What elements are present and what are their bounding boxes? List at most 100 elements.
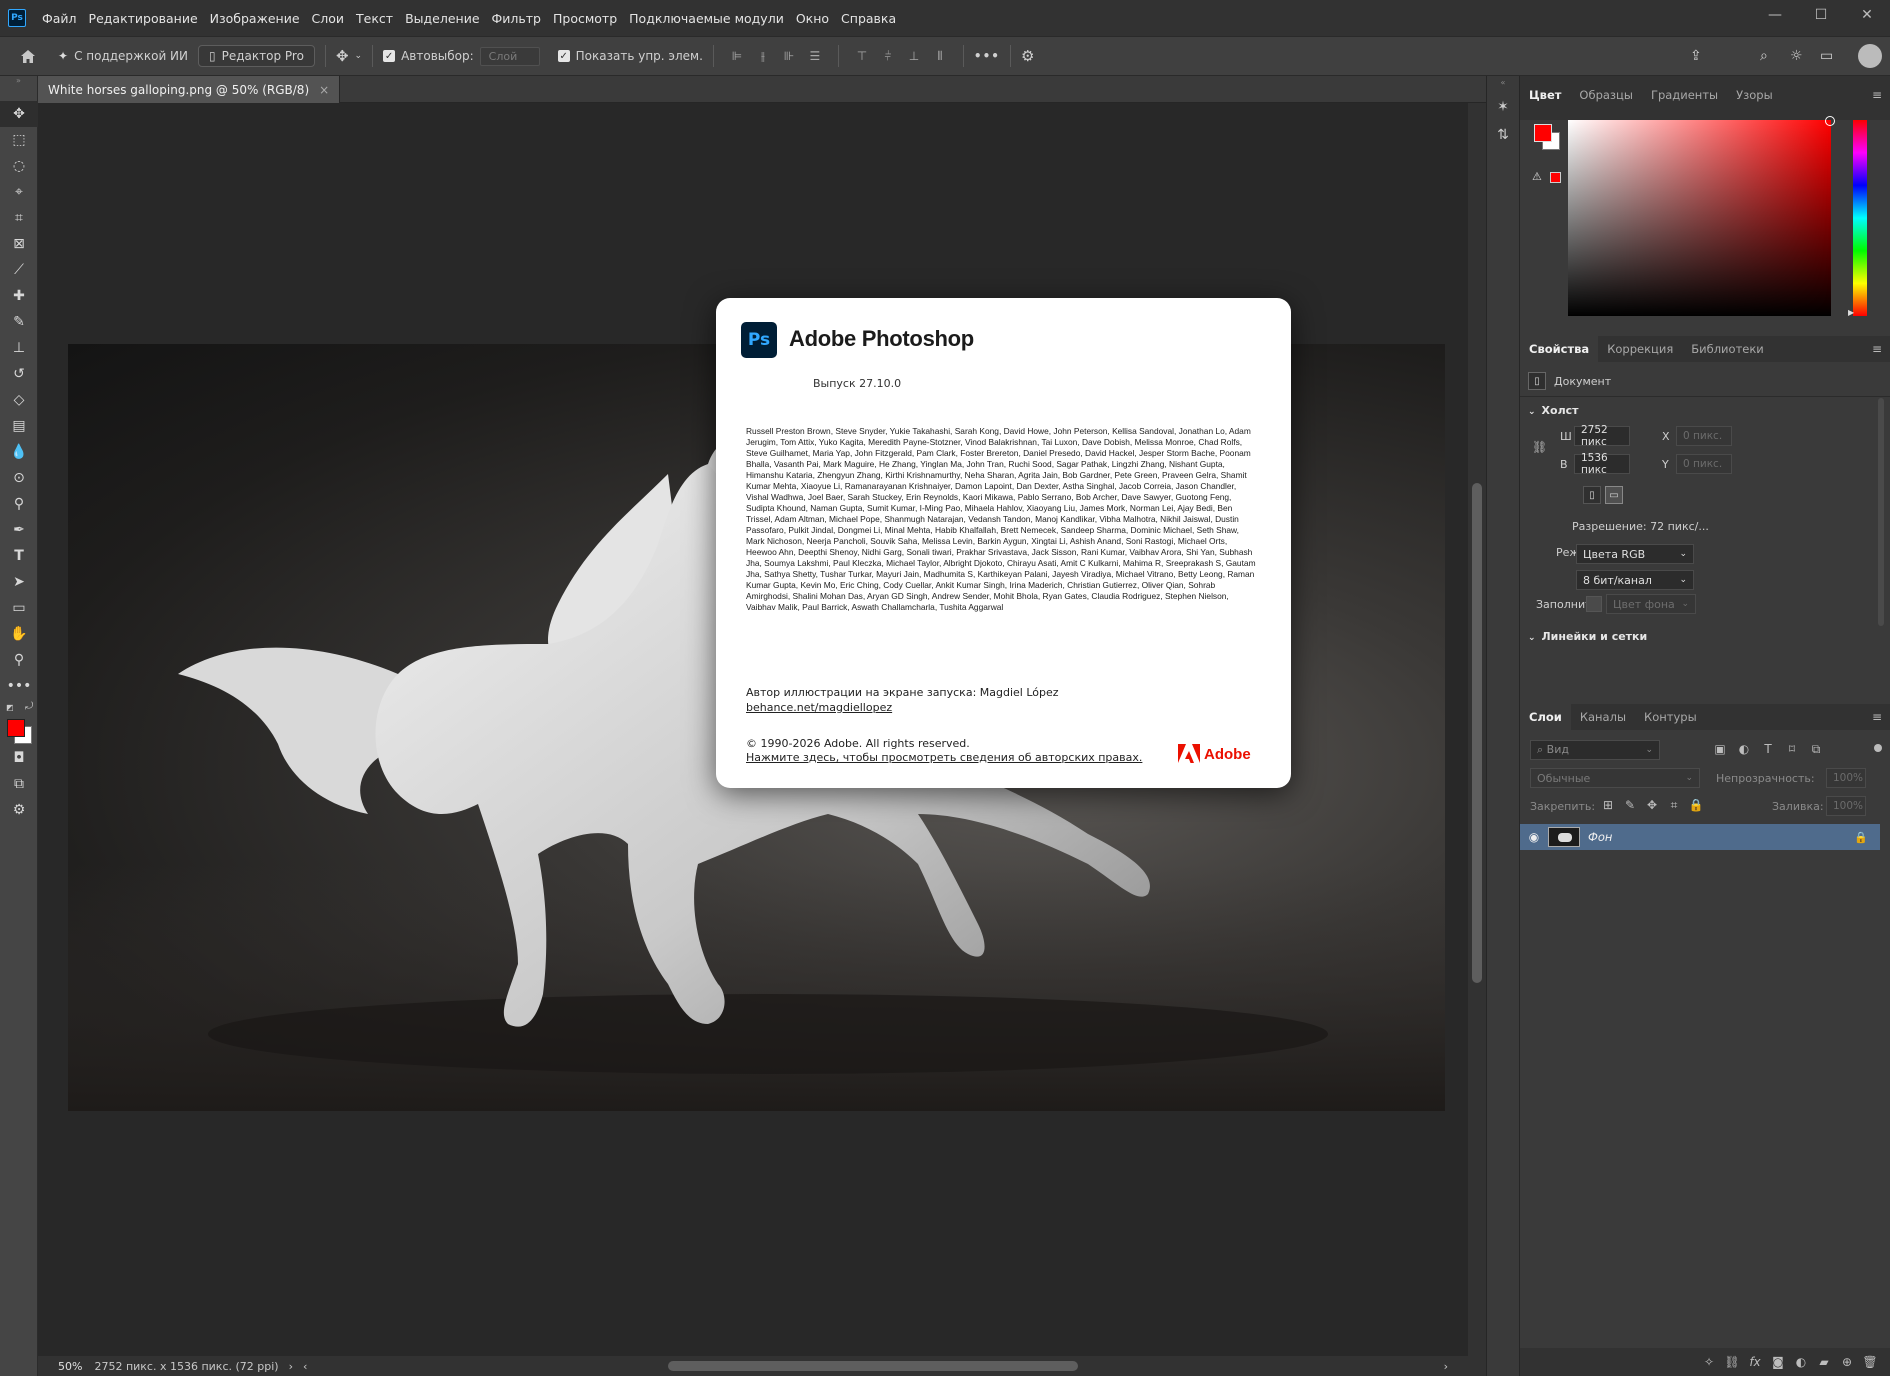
path-selection-tool-icon[interactable]: ➤ [0, 569, 38, 595]
shape-filter-icon[interactable]: ⌑ [1782, 742, 1802, 757]
opacity-field[interactable]: 100% [1826, 768, 1866, 788]
landscape-orientation-icon[interactable]: ▭ [1605, 486, 1623, 504]
menu-plugins[interactable]: Подключаемые модули [623, 11, 790, 26]
fill-dropdown[interactable]: Цвет фона ⌄ [1606, 594, 1696, 614]
layer-filter-search[interactable]: ⌕ Вид ⌄ [1530, 740, 1660, 760]
layer-row-background[interactable]: ◉ Фон 🔒 [1520, 824, 1880, 850]
dodge-tool-icon[interactable]: ⊙ [0, 465, 38, 491]
link-icon[interactable]: ⛓ [1532, 440, 1547, 454]
height-field[interactable]: 1536 пикс [1574, 452, 1630, 476]
foreground-color-chip[interactable] [1534, 124, 1552, 142]
panel-menu-icon[interactable]: ≡ [1872, 710, 1882, 724]
history-brush-tool-icon[interactable]: ↺ [0, 361, 38, 387]
filter-toggle[interactable] [1874, 744, 1882, 752]
lock-all-icon[interactable]: 🔒 [1686, 798, 1706, 813]
align-left-icon[interactable]: ⊫ [727, 47, 747, 65]
about-splash-dialog[interactable]: Ps Adobe Photoshop Выпуск 27.10.0 Russel… [716, 298, 1291, 788]
menu-filter[interactable]: Фильтр [486, 11, 547, 26]
menu-edit[interactable]: Редактирование [83, 11, 204, 26]
scroll-left-arrow[interactable]: ‹ [303, 1360, 307, 1373]
brush-sparkle-icon[interactable]: ✧ [1699, 1355, 1719, 1369]
y-field[interactable]: 0 пикс. [1676, 454, 1732, 474]
lock-artboard-icon[interactable]: ⌗ [1664, 798, 1684, 813]
align-middle-v-icon[interactable]: ⫩ [878, 47, 898, 65]
lock-position-icon[interactable]: ✥ [1642, 798, 1662, 813]
layer-style-icon[interactable]: fx [1745, 1355, 1765, 1369]
status-menu-arrow[interactable]: › [289, 1360, 293, 1373]
tab-libraries[interactable]: Библиотеки [1682, 336, 1773, 362]
ai-assist-toggle[interactable]: ✦ С поддержкой ИИ [58, 49, 188, 63]
panel-menu-icon[interactable]: ≡ [1872, 88, 1882, 102]
close-tab-icon[interactable]: × [319, 83, 329, 97]
fill-opacity-field[interactable]: 100% [1826, 796, 1866, 816]
link-layers-icon[interactable]: ⛓ [1722, 1355, 1742, 1369]
splash-rights-link[interactable]: Нажмите здесь, чтобы просмотреть сведени… [746, 751, 1142, 764]
eraser-tool-icon[interactable]: ◇ [0, 387, 38, 413]
object-selection-tool-icon[interactable]: ⌖ [0, 179, 38, 205]
vertical-scroll-thumb[interactable] [1472, 483, 1482, 983]
portrait-orientation-icon[interactable]: ▯ [1583, 486, 1601, 504]
gamut-color-chip[interactable] [1550, 172, 1561, 183]
brush-tool-icon[interactable]: ✎ [0, 309, 38, 335]
maximize-button[interactable]: ☐ [1798, 0, 1844, 30]
align-right-icon[interactable]: ⊪ [779, 47, 799, 65]
lasso-tool-icon[interactable]: ◌ [0, 153, 38, 179]
zoom-small-tool-icon[interactable]: ⚲ [0, 491, 38, 517]
document-tab[interactable]: White horses galloping.png @ 50% (RGB/8)… [38, 76, 341, 103]
lightbulb-icon[interactable]: ☼ [1790, 48, 1820, 64]
splash-author-link[interactable]: behance.net/magdiellopez [746, 701, 892, 714]
workspace-icon[interactable]: ▭ [1820, 48, 1850, 64]
tab-color[interactable]: Цвет [1520, 85, 1570, 105]
delete-layer-icon[interactable]: 🗑 [1860, 1355, 1880, 1369]
gear-icon[interactable]: ⚙ [1021, 47, 1034, 65]
show-transform-checkbox[interactable]: ✓ Показать упр. элем. [557, 49, 703, 63]
tab-properties[interactable]: Свойства [1520, 336, 1599, 362]
image-filter-icon[interactable]: ▣ [1710, 742, 1730, 757]
tab-gradients[interactable]: Градиенты [1642, 85, 1727, 105]
pro-editor-button[interactable]: ▯ Редактор Pro [198, 45, 315, 67]
move-tool-preset[interactable]: ✥ ⌄ [336, 47, 362, 65]
tab-patterns[interactable]: Узоры [1727, 85, 1782, 105]
gradient-tool-icon[interactable]: ▤ [0, 413, 38, 439]
clone-stamp-tool-icon[interactable]: ⊥ [0, 335, 38, 361]
menu-view[interactable]: Просмотр [547, 11, 623, 26]
zoom-level[interactable]: 50% [58, 1360, 82, 1373]
panel-menu-icon[interactable]: ≡ [1872, 342, 1882, 356]
blend-mode-dropdown[interactable]: Обычные ⌄ [1530, 768, 1700, 788]
vertical-scrollbar[interactable] [1468, 103, 1486, 1356]
blur-tool-icon[interactable]: 💧 [0, 439, 38, 465]
menu-layers[interactable]: Слои [306, 11, 351, 26]
move-tool-icon[interactable]: ✥ [0, 101, 38, 127]
autoselect-dropdown[interactable]: Слой [479, 46, 540, 66]
canvas-section-header[interactable]: ⌄ Холст [1528, 404, 1579, 417]
minimize-button[interactable]: — [1752, 0, 1798, 30]
healing-brush-tool-icon[interactable]: ✚ [0, 283, 38, 309]
adjust-icon[interactable]: ⇅ [1487, 127, 1519, 143]
color-picker-cursor[interactable] [1825, 116, 1835, 126]
marquee-tool-icon[interactable]: ⬚ [0, 127, 38, 153]
gamut-warning-icon[interactable]: ⚠ [1532, 170, 1542, 183]
horizontal-scroll-thumb[interactable] [668, 1361, 1078, 1371]
adjustment-filter-icon[interactable]: ◐ [1734, 742, 1754, 757]
bit-depth-dropdown[interactable]: 8 бит/канал ⌄ [1576, 570, 1694, 590]
tab-channels[interactable]: Каналы [1571, 704, 1635, 730]
type-filter-icon[interactable]: T [1758, 742, 1778, 757]
align-bottom-icon[interactable]: ⊥ [904, 47, 924, 65]
distribute-h-icon[interactable]: ☰ [805, 47, 825, 65]
collapse-arrows-icon[interactable]: « [1487, 78, 1519, 87]
menu-select[interactable]: Выделение [399, 11, 485, 26]
autoselect-checkbox[interactable]: ✓ Автовыбор: Слой [383, 46, 540, 66]
tab-layers[interactable]: Слои [1520, 704, 1571, 730]
collapse-arrows-icon[interactable]: » [0, 76, 37, 86]
type-tool-icon[interactable]: T [0, 543, 38, 569]
align-top-icon[interactable]: ⊤ [852, 47, 872, 65]
eyedropper-tool-icon[interactable]: ⟋ [0, 257, 38, 283]
hand-tool-icon[interactable]: ✋ [0, 621, 38, 647]
new-group-icon[interactable]: ▰ [1814, 1355, 1834, 1369]
hue-slider[interactable] [1853, 120, 1867, 316]
pen-tool-icon[interactable]: ✒ [0, 517, 38, 543]
tab-adjustments[interactable]: Коррекция [1598, 336, 1682, 362]
search-icon[interactable]: ⌕ [1760, 48, 1790, 64]
layer-name[interactable]: Фон [1588, 830, 1854, 844]
default-colors-icon[interactable]: ◩ [6, 703, 14, 712]
